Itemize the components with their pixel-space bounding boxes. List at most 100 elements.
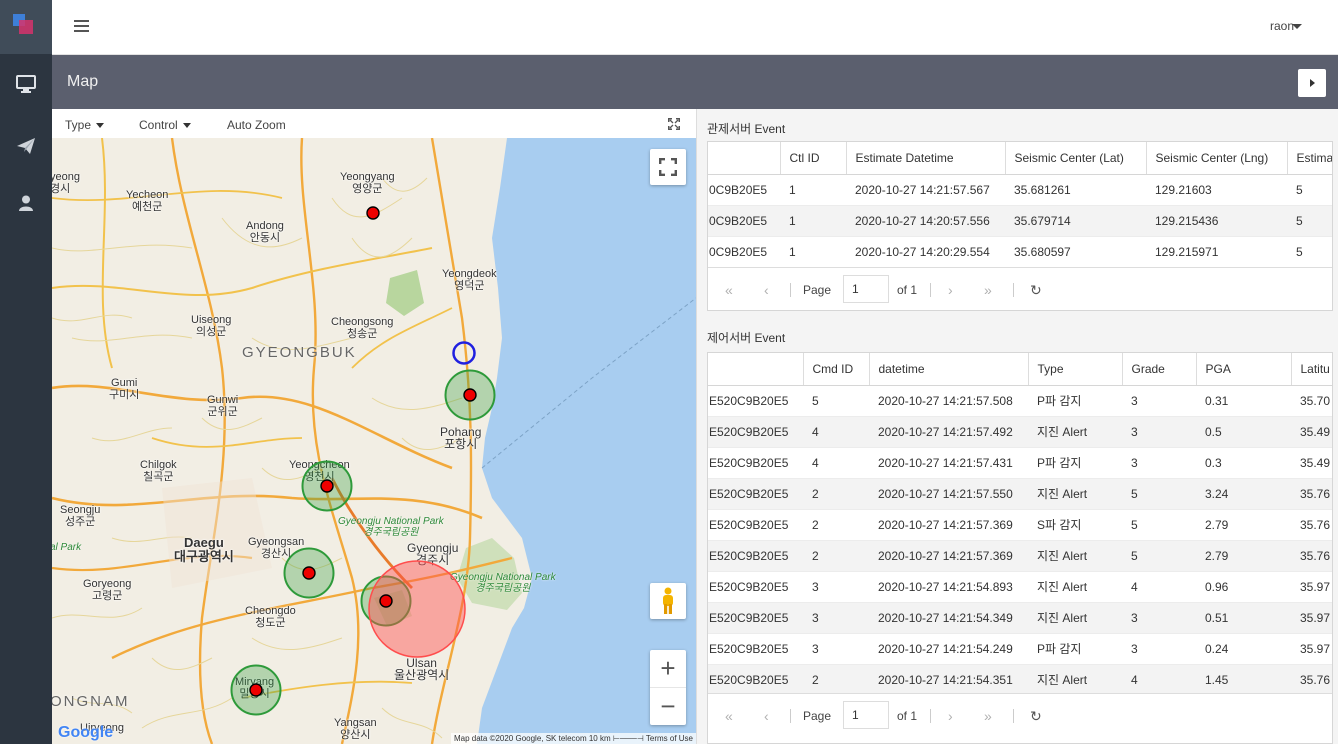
table-cell: 1: [780, 174, 846, 206]
expand-icon[interactable]: [668, 118, 680, 130]
zoom-in-icon[interactable]: +: [650, 651, 686, 688]
zoom-control: + −: [650, 650, 686, 725]
table-row[interactable]: E520C9B20E5 2 2020-10-27 14:21:57.369 지진 Al…: [708, 540, 1332, 572]
column-header[interactable]: datetime: [869, 353, 1029, 386]
table-cell: 35.679714: [1005, 205, 1146, 237]
page-header: Map: [52, 55, 1338, 109]
top-bar: raon: [52, 0, 1338, 55]
table-cell: 2020-10-27 14:21:57.492: [869, 416, 1028, 448]
monitor-icon[interactable]: [0, 64, 52, 104]
table-row[interactable]: 0C9B20E5 1 2020-10-27 14:21:57.567 35.68126…: [708, 174, 1332, 206]
fullscreen-icon[interactable]: [650, 149, 686, 185]
page-number-input[interactable]: [843, 275, 889, 303]
table-cell: 2020-10-27 14:21:54.351: [869, 664, 1028, 696]
user-icon[interactable]: [0, 183, 52, 223]
table-cell: E520C9B20E5: [708, 664, 803, 696]
table-cell: 0.51: [1196, 602, 1291, 634]
sensor-point: [320, 479, 334, 493]
event-panel: 관제서버 Event Ctl ID Estimate Datetime Seismi…: [696, 109, 1338, 744]
map-canvas[interactable]: GYEONGBUK ONGNAM Yeongyang 영양군 Yecheon 예천군…: [52, 138, 696, 744]
map-attribution[interactable]: Map data ©2020 Google, SK telecom 10 km …: [450, 733, 696, 744]
table-cell: 3: [1122, 633, 1196, 665]
table-cell: 2020-10-27 14:21:54.893: [869, 571, 1028, 603]
column-header[interactable]: [708, 142, 781, 175]
column-header[interactable]: [708, 353, 804, 386]
column-header[interactable]: Ctl ID: [780, 142, 847, 175]
prev-page-icon[interactable]: ‹: [764, 708, 769, 724]
table-row[interactable]: E520C9B20E5 3 2020-10-27 14:21:54.249 P파 감지…: [708, 633, 1332, 665]
last-page-icon[interactable]: »: [984, 282, 992, 298]
column-header[interactable]: Cmd ID: [803, 353, 870, 386]
column-header[interactable]: Grade: [1122, 353, 1197, 386]
table-cell: 35.97: [1291, 633, 1332, 665]
caret-down-icon[interactable]: [1292, 24, 1302, 29]
type-dropdown[interactable]: Type: [65, 118, 105, 132]
column-header[interactable]: Type: [1028, 353, 1123, 386]
table-cell: 2020-10-27 14:21:57.508: [869, 385, 1028, 417]
table-cell: P파 감지: [1028, 447, 1122, 479]
last-page-icon[interactable]: »: [984, 708, 992, 724]
refresh-icon[interactable]: ↻: [1030, 282, 1042, 299]
table-cell: 4: [803, 447, 869, 479]
table-row[interactable]: E520C9B20E5 4 2020-10-27 14:21:57.431 P파 감지…: [708, 447, 1332, 479]
table-cell: 35.680597: [1005, 236, 1146, 268]
epicenter-marker: [452, 341, 476, 365]
app-logo[interactable]: [0, 0, 52, 54]
column-header[interactable]: Seismic Center (Lng): [1146, 142, 1288, 175]
cmd-event-grid: Cmd ID datetime Type Grade PGA Latitu E520C9B…: [707, 352, 1333, 744]
ctl-event-table: Ctl ID Estimate Datetime Seismic Center (L…: [708, 142, 1332, 268]
column-header[interactable]: Seismic Center (Lat): [1005, 142, 1147, 175]
table-cell: 0C9B20E5: [708, 174, 780, 206]
column-header[interactable]: Estima: [1287, 142, 1332, 175]
table-cell: 2020-10-27 14:21:57.550: [869, 478, 1028, 510]
table-row[interactable]: E520C9B20E5 4 2020-10-27 14:21:57.492 지진 Al…: [708, 416, 1332, 448]
sensor-point: [379, 594, 393, 608]
column-header[interactable]: Estimate Datetime: [846, 142, 1006, 175]
first-page-icon[interactable]: «: [725, 708, 733, 724]
table-header-row: Ctl ID Estimate Datetime Seismic Center (L…: [708, 142, 1332, 175]
hamburger-menu-icon[interactable]: [74, 20, 89, 34]
table-cell: 129.21603: [1146, 174, 1287, 206]
table-cell: 지진 Alert: [1028, 571, 1122, 603]
ctl-pager: « ‹ Page of 1 › » ↻: [708, 267, 1332, 310]
table-row[interactable]: E520C9B20E5 3 2020-10-27 14:21:54.349 지진 Al…: [708, 602, 1332, 634]
table-cell: 35.49: [1291, 447, 1332, 479]
table-cell: 5: [1122, 509, 1196, 541]
sensor-point: [463, 388, 477, 402]
refresh-icon[interactable]: ↻: [1030, 708, 1042, 725]
column-header[interactable]: Latitu: [1291, 353, 1332, 386]
table-cell: 2.79: [1196, 509, 1291, 541]
table-row[interactable]: 0C9B20E5 1 2020-10-27 14:20:29.554 35.68059…: [708, 236, 1332, 268]
table-cell: 2020-10-27 14:21:57.567: [846, 174, 1005, 206]
table-cell: 3: [803, 571, 869, 603]
table-row[interactable]: E520C9B20E5 2 2020-10-27 14:21:57.369 S파 감지…: [708, 509, 1332, 541]
table-cell: 2020-10-27 14:21:57.369: [869, 509, 1028, 541]
zoom-out-icon[interactable]: −: [650, 688, 686, 725]
table-cell: 129.215971: [1146, 236, 1287, 268]
auto-zoom-button[interactable]: Auto Zoom: [227, 118, 286, 132]
table-row[interactable]: E520C9B20E5 5 2020-10-27 14:21:57.508 P파 감지…: [708, 385, 1332, 417]
table-row[interactable]: E520C9B20E5 3 2020-10-27 14:21:54.893 지진 Al…: [708, 571, 1332, 603]
page-number-input[interactable]: [843, 701, 889, 729]
table-cell: 0.5: [1196, 416, 1291, 448]
table-cell: 3: [1122, 447, 1196, 479]
control-dropdown[interactable]: Control: [139, 118, 191, 132]
paper-plane-icon[interactable]: [0, 126, 52, 166]
table-row[interactable]: E520C9B20E5 2 2020-10-27 14:21:57.550 지진 Al…: [708, 478, 1332, 510]
pegman-icon[interactable]: [650, 583, 686, 619]
table-row[interactable]: E520C9B20E5 2 2020-10-27 14:21:54.351 지진 Al…: [708, 664, 1332, 696]
column-header[interactable]: PGA: [1196, 353, 1292, 386]
next-page-icon[interactable]: ›: [948, 282, 953, 298]
table-cell: 3: [803, 602, 869, 634]
caret-down-icon: [96, 123, 105, 129]
table-cell: 지진 Alert: [1028, 478, 1122, 510]
page-label: Page: [803, 709, 832, 723]
next-page-icon[interactable]: ›: [948, 708, 953, 724]
first-page-icon[interactable]: «: [725, 282, 733, 298]
prev-page-icon[interactable]: ‹: [764, 282, 769, 298]
chevron-right-icon[interactable]: [1298, 69, 1326, 97]
table-cell: 2020-10-27 14:21:57.431: [869, 447, 1028, 479]
table-row[interactable]: 0C9B20E5 1 2020-10-27 14:20:57.556 35.67971…: [708, 205, 1332, 237]
user-menu[interactable]: raon: [1270, 19, 1294, 33]
table-cell: E520C9B20E5: [708, 540, 803, 572]
